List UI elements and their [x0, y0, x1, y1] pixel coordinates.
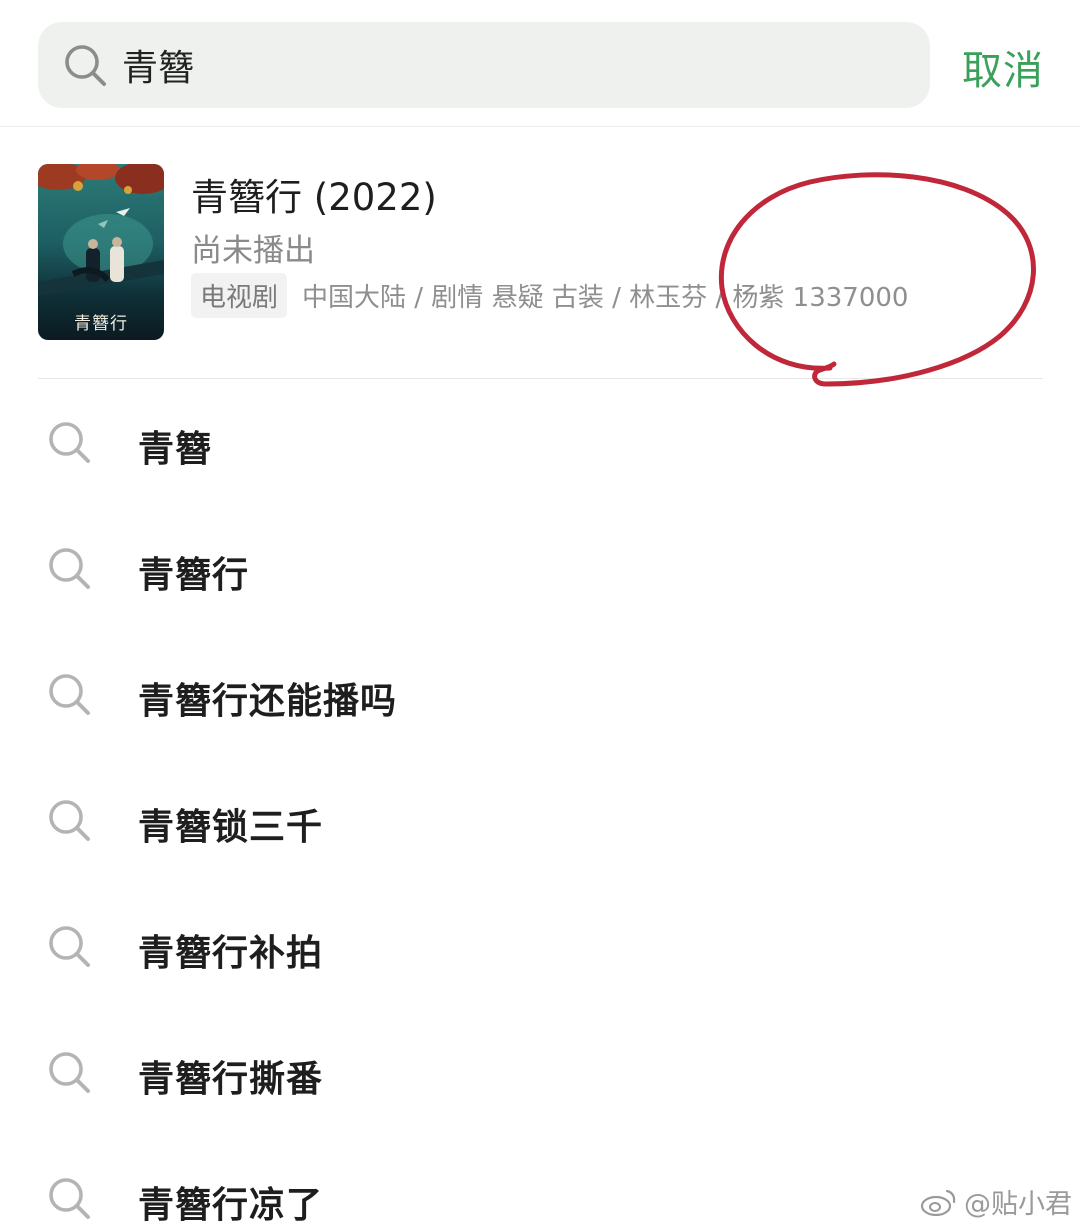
watermark: @贴小君	[920, 1182, 1072, 1221]
suggestion-item[interactable]: 青簪	[0, 380, 1080, 506]
movie-status: 尚未播出	[191, 233, 315, 269]
suggestion-label: 青簪行撕番	[138, 1059, 324, 1100]
weibo-icon	[920, 1189, 956, 1216]
search-icon	[49, 1178, 90, 1219]
search-icon	[65, 45, 106, 86]
suggestion-label: 青簪行还能播吗	[138, 681, 398, 722]
search-input[interactable]	[122, 44, 822, 86]
search-icon	[49, 1052, 90, 1093]
suggestion-item[interactable]: 青簪行撕番	[0, 1010, 1080, 1136]
suggestion-label: 青簪行	[138, 555, 250, 596]
suggestion-item[interactable]: 青簪行	[0, 506, 1080, 632]
suggestion-item[interactable]: 青簪行还能播吗	[0, 632, 1080, 758]
cancel-button[interactable]: 取消	[962, 38, 1044, 96]
suggestion-label: 青簪锁三千	[138, 807, 324, 848]
movie-meta: 电视剧 中国大陆 / 剧情 悬疑 古装 / 林玉芬 / 杨紫 1337000	[191, 273, 908, 318]
movie-meta-text: 中国大陆 / 剧情 悬疑 古装 / 林玉芬 / 杨紫 1337000	[302, 283, 909, 313]
search-icon	[49, 800, 90, 841]
search-icon	[49, 926, 90, 967]
search-icon	[49, 548, 90, 589]
search-icon	[49, 422, 90, 463]
movie-result-card[interactable]: 青簪行 青簪行 (2022) 尚未播出 电视剧 中国大陆 / 剧情 悬疑 古装 …	[0, 127, 1080, 379]
movie-poster[interactable]: 青簪行	[38, 164, 164, 340]
watermark-text: @贴小君	[964, 1189, 1072, 1220]
suggestion-item[interactable]: 青簪行凉了	[0, 1136, 1080, 1226]
suggestion-item[interactable]: 青簪行补拍	[0, 884, 1080, 1010]
poster-caption: 青簪行	[74, 314, 128, 334]
suggestion-label: 青簪行凉了	[138, 1185, 324, 1226]
suggestion-item[interactable]: 青簪锁三千	[0, 758, 1080, 884]
search-icon	[49, 674, 90, 715]
card-divider	[38, 378, 1043, 379]
type-badge: 电视剧	[191, 273, 288, 318]
suggestion-label: 青簪	[138, 429, 213, 470]
search-bar[interactable]	[38, 22, 930, 108]
suggestion-label: 青簪行补拍	[138, 933, 324, 974]
movie-title[interactable]: 青簪行 (2022)	[191, 167, 437, 221]
